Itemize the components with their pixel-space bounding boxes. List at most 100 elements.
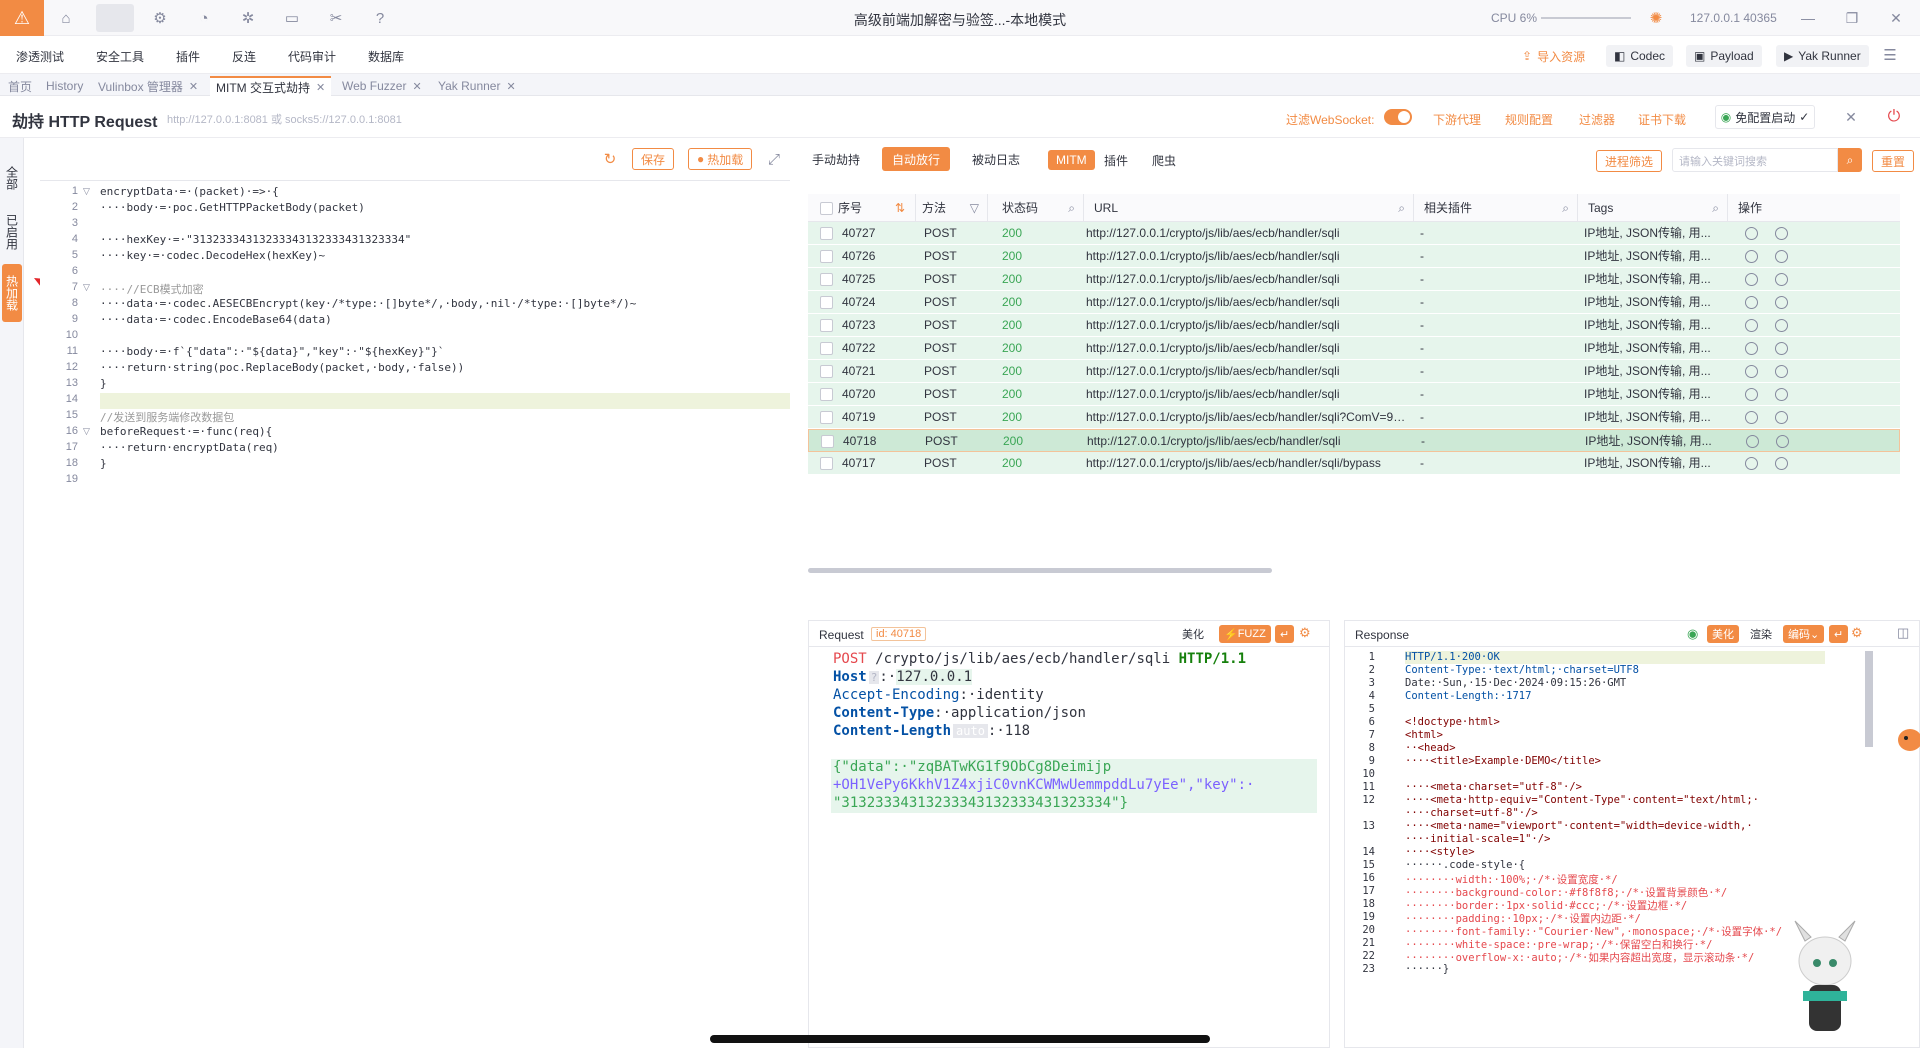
tab-mitm[interactable]: MITM 交互式劫持 ✕	[210, 76, 332, 96]
hot-load-button[interactable]: ● 热加载	[688, 148, 753, 170]
terminal-icon[interactable]: ▭	[282, 8, 302, 28]
tab-auto-release[interactable]: 自动放行	[882, 147, 951, 171]
table-row[interactable]: 40720 POST 200 http://127.0.0.1/crypto/js/l…	[808, 383, 1900, 406]
gear-icon[interactable]: ⚙	[150, 8, 170, 28]
fold-chevron-icon[interactable]: ▽	[83, 282, 90, 293]
plugin-action-icon[interactable]	[1745, 296, 1758, 309]
select-all-checkbox[interactable]	[820, 202, 833, 215]
reset-button[interactable]: 重置	[1872, 150, 1915, 172]
close-tab-icon[interactable]: ✕	[412, 80, 421, 93]
payload-button[interactable]: ▣ Payload	[1686, 45, 1762, 67]
table-row[interactable]: 40723 POST 200 http://127.0.0.1/crypto/js/l…	[808, 314, 1900, 337]
fuzz-button[interactable]: ⚡ FUZZ	[1219, 625, 1271, 643]
search-icon[interactable]: ⌕	[1068, 194, 1075, 222]
layout-icon[interactable]: ☰	[1880, 45, 1900, 65]
render-button[interactable]: 渲染	[1745, 625, 1777, 643]
send-action-icon[interactable]	[1775, 342, 1788, 355]
close-tab-icon[interactable]: ✕	[506, 80, 515, 93]
tab-passive-log[interactable]: 被动日志	[962, 147, 1030, 171]
menu-plugins[interactable]: 插件	[176, 48, 200, 65]
row-checkbox[interactable]	[820, 273, 833, 286]
wrap-icon[interactable]: ↵	[1829, 625, 1849, 643]
plugin-action-icon[interactable]	[1745, 342, 1758, 355]
close-icon[interactable]: ✕	[1886, 8, 1906, 28]
menu-reverse[interactable]: 反连	[232, 48, 256, 65]
filter-websocket-toggle[interactable]	[1384, 109, 1412, 125]
menu-code-audit[interactable]: 代码审计	[288, 48, 336, 65]
tab-vulinbox[interactable]: Vulinbox 管理器 ✕	[92, 76, 204, 96]
table-row[interactable]: 40718 POST 200 http://127.0.0.1/crypto/js/l…	[808, 429, 1900, 452]
send-action-icon[interactable]	[1775, 411, 1788, 424]
row-checkbox[interactable]	[820, 457, 833, 470]
power-icon[interactable]: ⏻	[1884, 107, 1904, 127]
plugin-action-icon[interactable]	[1745, 319, 1758, 332]
wrap-icon[interactable]: ↵	[1275, 625, 1295, 643]
send-action-icon[interactable]	[1776, 435, 1789, 448]
process-filter-button[interactable]: 进程筛选	[1596, 150, 1663, 172]
row-checkbox[interactable]	[820, 319, 833, 332]
send-action-icon[interactable]	[1775, 365, 1788, 378]
table-row[interactable]: 40719 POST 200 http://127.0.0.1/crypto/js/l…	[808, 406, 1900, 429]
rail-tab-enabled[interactable]: 已启用	[2, 204, 22, 260]
chrome-icon[interactable]: ◉	[1687, 626, 1698, 642]
minimize-icon[interactable]: —	[1798, 8, 1818, 28]
downstream-proxy-link[interactable]: 下游代理	[1433, 111, 1481, 128]
avatar[interactable]	[96, 4, 134, 32]
row-checkbox[interactable]	[820, 296, 833, 309]
plugin-action-icon[interactable]	[1745, 365, 1758, 378]
menu-database[interactable]: 数据库	[368, 48, 404, 65]
encoding-dropdown[interactable]: 编码 ⌄	[1783, 625, 1825, 643]
menu-security-tools[interactable]: 安全工具	[96, 48, 144, 65]
code-editor[interactable]: 1 ▽ encryptData·=·(packet)·=>·{2 ····body·=…	[40, 180, 790, 1048]
warning-logo-icon[interactable]: ⚠	[0, 0, 44, 36]
rail-tab-all[interactable]: 全部	[2, 156, 22, 200]
tab-mitm[interactable]: MITM	[1048, 150, 1095, 170]
send-action-icon[interactable]	[1775, 457, 1788, 470]
filter-link[interactable]: 过滤器	[1579, 111, 1615, 128]
table-row[interactable]: 40726 POST 200 http://127.0.0.1/crypto/js/l…	[808, 245, 1900, 268]
plugin-action-icon[interactable]	[1745, 457, 1758, 470]
search-icon[interactable]: ⌕	[1398, 194, 1405, 222]
table-row[interactable]: 40727 POST 200 http://127.0.0.1/crypto/js/l…	[808, 222, 1900, 245]
tab-web-fuzzer[interactable]: Web Fuzzer ✕	[336, 76, 428, 96]
row-checkbox[interactable]	[820, 411, 833, 424]
plugin-action-icon[interactable]	[1745, 388, 1758, 401]
tab-home[interactable]: 首页	[2, 76, 38, 96]
rail-tab-hot-load[interactable]: 热加载	[2, 264, 22, 322]
tools-icon[interactable]: ✂	[326, 8, 346, 28]
tab-crawler[interactable]: 爬虫	[1144, 150, 1184, 170]
bell-icon[interactable]: ◔	[194, 8, 214, 28]
sort-icon[interactable]: ⇅	[895, 194, 905, 222]
plugin-action-icon[interactable]	[1745, 250, 1758, 263]
plugin-action-icon[interactable]	[1745, 411, 1758, 424]
refresh-icon[interactable]: ↻	[600, 149, 620, 169]
table-row[interactable]: 40724 POST 200 http://127.0.0.1/crypto/js/l…	[808, 291, 1900, 314]
tab-yak-runner[interactable]: Yak Runner ✕	[432, 76, 522, 96]
close-icon[interactable]: ✕	[1841, 107, 1861, 127]
fold-chevron-icon[interactable]: ▽	[83, 186, 90, 197]
engine-icon[interactable]: ✺	[1646, 8, 1666, 28]
close-tab-icon[interactable]: ✕	[189, 80, 198, 93]
table-row[interactable]: 40722 POST 200 http://127.0.0.1/crypto/js/l…	[808, 337, 1900, 360]
col-plugin[interactable]: 相关插件 ⌕	[1414, 194, 1578, 222]
send-action-icon[interactable]	[1775, 273, 1788, 286]
beautify-button[interactable]: 美化	[1177, 625, 1209, 643]
plugin-action-icon[interactable]	[1745, 227, 1758, 240]
yak-runner-button[interactable]: ▶ Yak Runner	[1776, 45, 1869, 67]
table-row[interactable]: 40725 POST 200 http://127.0.0.1/crypto/js/l…	[808, 268, 1900, 291]
help-icon[interactable]: ?	[868, 671, 880, 684]
col-tags[interactable]: Tags ⌕	[1578, 194, 1728, 222]
fullscreen-icon[interactable]: ⤢	[764, 149, 784, 169]
plugin-action-icon[interactable]	[1745, 273, 1758, 286]
save-button[interactable]: 保存	[632, 148, 675, 170]
col-status[interactable]: 状态码 ⌕	[988, 194, 1084, 222]
table-row[interactable]: 40721 POST 200 http://127.0.0.1/crypto/js/l…	[808, 360, 1900, 383]
keyword-search-input[interactable]: 请输入关键词搜索	[1672, 148, 1838, 172]
search-icon[interactable]: ⌕	[1838, 148, 1862, 172]
col-method[interactable]: 方法 ▽	[916, 194, 988, 222]
home-icon[interactable]: ⌂	[56, 8, 76, 28]
import-button[interactable]: ⇪ 导入资源	[1514, 45, 1593, 67]
row-checkbox[interactable]	[820, 365, 833, 378]
bug-icon[interactable]: ✲	[238, 8, 258, 28]
cert-download-link[interactable]: 证书下载	[1638, 111, 1686, 128]
